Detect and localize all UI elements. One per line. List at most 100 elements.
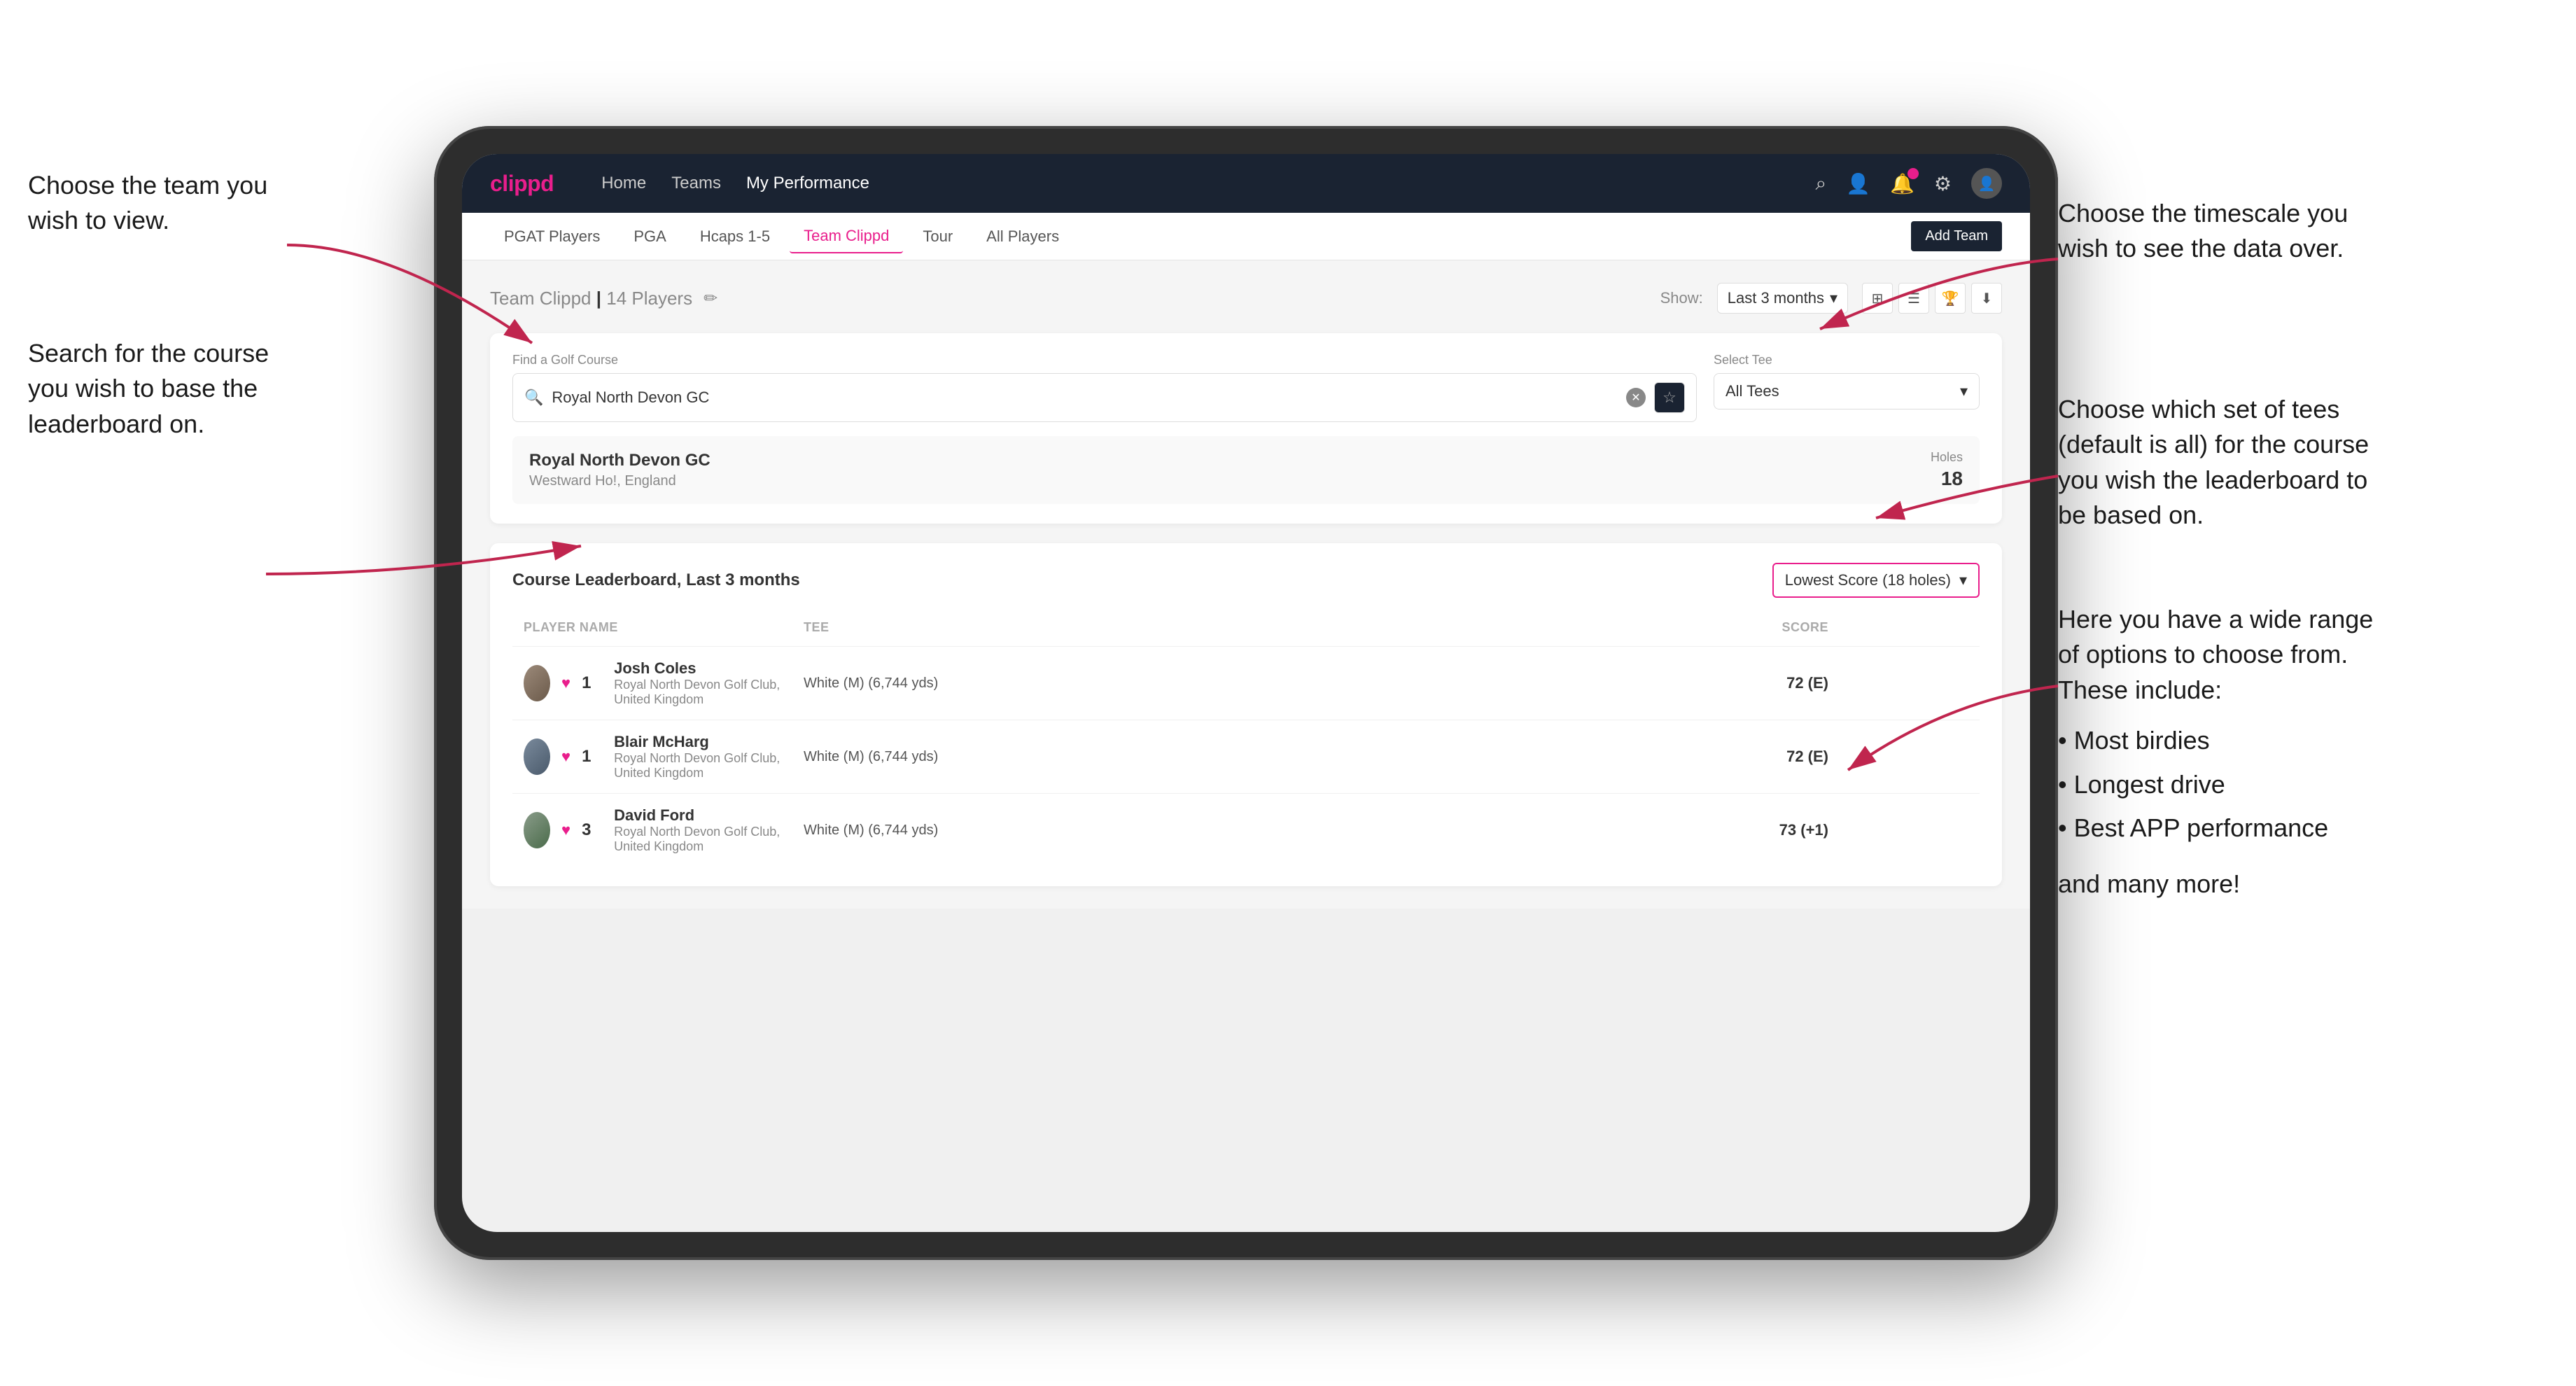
leaderboard-title: Course Leaderboard, Last 3 months [512, 570, 800, 590]
edit-icon[interactable]: ✏ [704, 288, 718, 309]
tee-2: White (M) (6,744 yds) [804, 749, 1618, 765]
holes-badge: Holes 18 [1931, 450, 1963, 490]
table-row: ♥ 1 Josh Coles Royal North Devon Golf Cl… [512, 646, 1980, 720]
rank-2: 1 [582, 747, 603, 766]
tee-dropdown[interactable]: All Tees ▾ [1714, 373, 1980, 410]
header-right: Show: Last 3 months ▾ ⊞ ☰ 🏆 ⬇ [1660, 283, 2002, 314]
search-row: Find a Golf Course 🔍 Royal North Devon G… [512, 353, 1980, 422]
player-cell-3: ♥ 3 David Ford Royal North Devon Golf Cl… [524, 806, 804, 854]
annotation-options: Here you have a wide rangeof options to … [2058, 602, 2373, 902]
and-more: and many more! [2058, 867, 2373, 902]
show-label: Show: [1660, 289, 1703, 307]
annotation-course: Search for the courseyou wish to base th… [28, 336, 269, 442]
col-score: SCORE [1618, 620, 1828, 635]
table-header: PLAYER NAME TEE SCORE [512, 615, 1980, 640]
content-header: Team Clippd | 14 Players ✏ Show: Last 3 … [490, 283, 2002, 314]
tee-3: White (M) (6,744 yds) [804, 822, 1618, 839]
rank-3: 3 [582, 820, 603, 840]
nav-icons: ⌕ 👤 🔔 ⚙ 👤 [1815, 168, 2002, 199]
list-view-button[interactable]: ☰ [1898, 283, 1929, 314]
table-row: ♥ 1 Blair McHarg Royal North Devon Golf … [512, 720, 1980, 793]
leaderboard-header: Course Leaderboard, Last 3 months Lowest… [512, 563, 1980, 598]
notification-badge[interactable]: 🔔 [1890, 172, 1914, 195]
score-type-dropdown[interactable]: Lowest Score (18 holes) ▾ [1772, 563, 1980, 598]
main-content: Team Clippd | 14 Players ✏ Show: Last 3 … [462, 260, 2030, 909]
team-title: Team Clippd | 14 Players ✏ [490, 288, 718, 309]
tee-select-wrapper: Select Tee All Tees ▾ [1714, 353, 1980, 422]
player-info-3: David Ford Royal North Devon Golf Club, … [614, 806, 804, 854]
nav-teams[interactable]: Teams [671, 174, 721, 193]
find-course-label: Find a Golf Course [512, 353, 1697, 368]
chevron-down-icon: ▾ [1960, 382, 1968, 400]
player-info-1: Josh Coles Royal North Devon Golf Club, … [614, 659, 804, 707]
search-icon[interactable]: ⌕ [1815, 172, 1826, 195]
score-1: 72 (E) [1618, 674, 1828, 692]
sub-nav: PGAT Players PGA Hcaps 1-5 Team Clippd T… [462, 213, 2030, 260]
player-info-2: Blair McHarg Royal North Devon Golf Club… [614, 733, 804, 780]
sub-nav-pga[interactable]: PGA [620, 220, 680, 253]
course-name: Royal North Devon GC [529, 451, 710, 470]
sub-nav-pgat[interactable]: PGAT Players [490, 220, 614, 253]
leaderboard-card: Course Leaderboard, Last 3 months Lowest… [490, 543, 2002, 886]
course-info: Royal North Devon GC Westward Ho!, Engla… [529, 451, 710, 489]
tablet-device: clippd Home Teams My Performance ⌕ 👤 🔔 ⚙… [434, 126, 2058, 1260]
player-cell-2: ♥ 1 Blair McHarg Royal North Devon Golf … [524, 733, 804, 780]
player-cell-1: ♥ 1 Josh Coles Royal North Devon Golf Cl… [524, 659, 804, 707]
tee-select-label: Select Tee [1714, 353, 1980, 368]
chevron-down-icon: ▾ [1830, 289, 1837, 307]
course-search-wrapper: Find a Golf Course 🔍 Royal North Devon G… [512, 353, 1697, 422]
chevron-down-icon: ▾ [1959, 571, 1967, 589]
logo: clippd [490, 171, 554, 197]
nav-bar: clippd Home Teams My Performance ⌕ 👤 🔔 ⚙… [462, 154, 2030, 213]
sub-nav-all-players[interactable]: All Players [972, 220, 1073, 253]
download-button[interactable]: ⬇ [1971, 283, 2002, 314]
annotation-tees: Choose which set of tees(default is all)… [2058, 392, 2369, 533]
col-player: PLAYER NAME [524, 620, 804, 635]
table-row: ♥ 3 David Ford Royal North Devon Golf Cl… [512, 793, 1980, 867]
nav-home[interactable]: Home [601, 174, 646, 193]
sub-nav-tour[interactable]: Tour [909, 220, 967, 253]
heart-icon-3[interactable]: ♥ [561, 821, 570, 839]
favorite-button[interactable]: ☆ [1654, 382, 1685, 413]
options-list: Most birdies Longest drive Best APP perf… [2058, 719, 2373, 850]
holes-number: 18 [1931, 468, 1963, 490]
score-3: 73 (+1) [1618, 821, 1828, 839]
heart-icon-2[interactable]: ♥ [561, 748, 570, 766]
sub-nav-hcaps[interactable]: Hcaps 1-5 [686, 220, 784, 253]
sub-nav-team-clippd[interactable]: Team Clippd [790, 220, 903, 253]
tablet-screen: clippd Home Teams My Performance ⌕ 👤 🔔 ⚙… [462, 154, 2030, 1232]
avatar-2 [524, 738, 550, 775]
view-icons: ⊞ ☰ 🏆 ⬇ [1862, 283, 2002, 314]
course-search-input[interactable]: Royal North Devon GC [552, 388, 1618, 407]
holes-label: Holes [1931, 450, 1963, 465]
avatar-1 [524, 665, 550, 701]
search-card: Find a Golf Course 🔍 Royal North Devon G… [490, 333, 2002, 524]
rank-1: 1 [582, 673, 603, 693]
tee-1: White (M) (6,744 yds) [804, 676, 1618, 692]
settings-icon[interactable]: ⚙ [1934, 172, 1952, 195]
col-tee: TEE [804, 620, 1618, 635]
option-app: Best APP performance [2058, 806, 2373, 850]
badge-dot [1907, 168, 1919, 179]
course-search-field[interactable]: 🔍 Royal North Devon GC ✕ ☆ [512, 373, 1697, 422]
option-drive: Longest drive [2058, 763, 2373, 806]
heart-icon-1[interactable]: ♥ [561, 674, 570, 692]
grid-view-button[interactable]: ⊞ [1862, 283, 1893, 314]
avatar[interactable]: 👤 [1971, 168, 2002, 199]
score-2: 72 (E) [1618, 748, 1828, 766]
annotation-team: Choose the team youwish to view. [28, 168, 267, 239]
clear-search-button[interactable]: ✕ [1626, 388, 1646, 407]
time-select[interactable]: Last 3 months ▾ [1717, 283, 1848, 314]
search-icon-inner: 🔍 [524, 388, 543, 407]
option-birdies: Most birdies [2058, 719, 2373, 762]
course-result: Royal North Devon GC Westward Ho!, Engla… [512, 436, 1980, 504]
nav-my-performance[interactable]: My Performance [746, 174, 869, 193]
annotation-timescale: Choose the timescale youwish to see the … [2058, 196, 2348, 267]
team-name: Team Clippd | 14 Players [490, 288, 692, 309]
add-team-button[interactable]: Add Team [1911, 221, 2002, 251]
trophy-view-button[interactable]: 🏆 [1935, 283, 1966, 314]
nav-links: Home Teams My Performance [601, 174, 1782, 193]
users-icon[interactable]: 👤 [1846, 172, 1870, 195]
course-location: Westward Ho!, England [529, 473, 710, 489]
avatar-3 [524, 812, 550, 848]
